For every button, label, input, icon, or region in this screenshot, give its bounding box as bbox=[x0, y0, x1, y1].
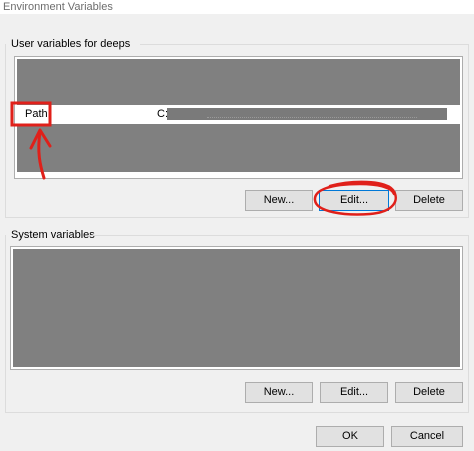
user-group-top-line bbox=[140, 44, 469, 45]
variable-name: Path bbox=[25, 108, 48, 120]
redacted-rows-top bbox=[17, 59, 460, 105]
ok-button[interactable]: OK bbox=[316, 426, 384, 447]
system-new-button[interactable]: New... bbox=[245, 382, 313, 403]
redacted-value bbox=[167, 108, 447, 120]
system-delete-button[interactable]: Delete bbox=[395, 382, 463, 403]
user-edit-button[interactable]: Edit... bbox=[319, 190, 389, 211]
system-variables-list[interactable] bbox=[10, 246, 463, 370]
system-group-top-line bbox=[88, 235, 469, 236]
user-delete-button[interactable]: Delete bbox=[395, 190, 463, 211]
value-dots bbox=[207, 116, 417, 118]
user-variables-list[interactable]: Path C: bbox=[14, 56, 463, 179]
system-edit-button[interactable]: Edit... bbox=[320, 382, 388, 403]
redacted-system-rows bbox=[13, 249, 460, 367]
table-row-path[interactable]: Path C: bbox=[17, 106, 460, 123]
title-bar: Environment Variables bbox=[0, 0, 474, 14]
user-new-button[interactable]: New... bbox=[245, 190, 313, 211]
redacted-rows-bottom bbox=[17, 124, 460, 172]
window-title: Environment Variables bbox=[3, 1, 113, 13]
cancel-button[interactable]: Cancel bbox=[391, 426, 463, 447]
